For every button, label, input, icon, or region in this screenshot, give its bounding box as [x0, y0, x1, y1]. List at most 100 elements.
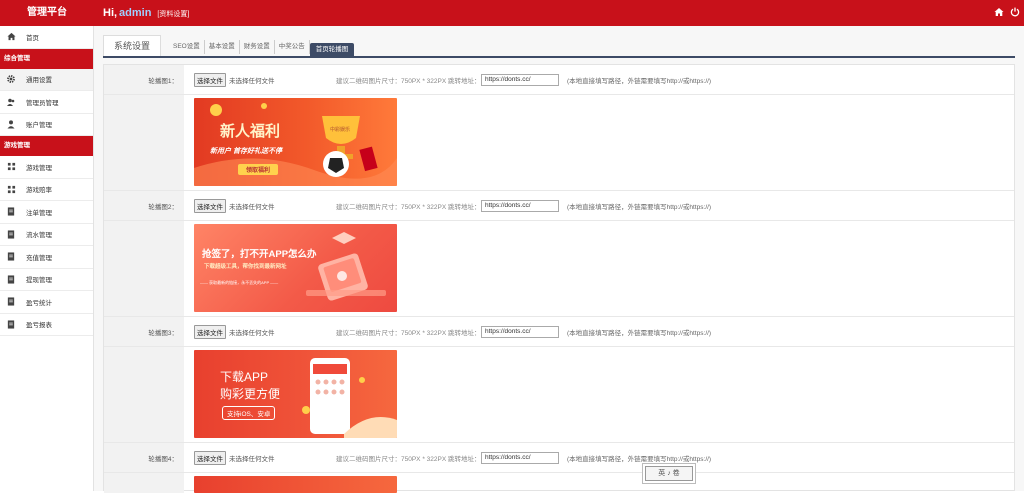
- doc-icon: [6, 274, 16, 284]
- banner-preview-row: 下载APP 购彩更方便 支持iOS、安卓: [104, 347, 1014, 443]
- sidebar-item-label: 游戏赔率: [26, 187, 52, 195]
- url-note: (本地直接填写路径，外链需要填写http://或https://): [567, 329, 712, 337]
- doc-icon: [6, 319, 16, 329]
- choose-file-button[interactable]: 选择文件: [194, 324, 226, 339]
- tab-system-settings[interactable]: 系统设置: [103, 35, 162, 56]
- url-input[interactable]: https://donts.cc/: [481, 73, 559, 86]
- banner-2-footer: —— 获取最新的链接，永不丢失的APP ——: [200, 280, 279, 285]
- sidebar-item-label: 账户管理: [26, 122, 52, 130]
- doc-icon: [6, 207, 16, 217]
- choose-file-button[interactable]: 选择文件: [194, 450, 226, 465]
- tab-finance[interactable]: 财务设置: [240, 40, 275, 54]
- sidebar-item-general-settings[interactable]: 通用设置: [0, 68, 93, 91]
- brand-title: 管理平台: [27, 7, 67, 18]
- tab-announcement[interactable]: 中奖公告: [275, 40, 310, 54]
- tab-home-carousel[interactable]: 首页轮播图: [309, 43, 355, 56]
- top-bar: 管理平台 Hi, admin [资料设置]: [0, 0, 1024, 26]
- banner-2-title: 抢签了，打不开APP怎么办: [202, 249, 317, 260]
- url-input[interactable]: https://donts.cc/: [481, 325, 559, 338]
- choose-file-button[interactable]: 选择文件: [194, 198, 226, 213]
- banner-preview-row: 新人福利 新用户 首存好礼送不停 领取福利 中彩娱乐: [104, 95, 1014, 191]
- main-area: 系统设置 SEO设置 基本设置 财务设置 中奖公告 首页轮播图 轮播图1： 选择…: [94, 26, 1024, 493]
- sidebar-item-label: 流水管理: [26, 232, 52, 240]
- carousel-label: 轮播图4：: [104, 443, 184, 472]
- size-hint: 建议二维码图片尺寸：750PX * 322PX 跳转地址：: [336, 77, 481, 85]
- sidebar-item-game-odds[interactable]: 游戏赔率: [0, 179, 93, 201]
- url-note: (本地直接填写路径，外链需要填写http://或https://): [567, 203, 712, 211]
- no-file-text: 未选择任何文件: [229, 455, 275, 463]
- home-icon[interactable]: [994, 7, 1004, 17]
- home-icon: [6, 32, 16, 42]
- grid-icon: [6, 184, 16, 194]
- sidebar: 首页 综合管理 通用设置 管理员管理 账户管理 游戏管理 游戏管理 游戏赔率 注…: [0, 26, 94, 491]
- preview-label-cell: [104, 473, 184, 493]
- carousel-row: 轮播图3： 选择文件 未选择任何文件 建议二维码图片尺寸：750PX * 322…: [104, 317, 1014, 347]
- no-file-text: 未选择任何文件: [229, 329, 275, 337]
- carousel-label: 轮播图3：: [104, 317, 184, 346]
- sidebar-item-label: 充值管理: [26, 254, 52, 262]
- tab-seo[interactable]: SEO设置: [169, 40, 205, 54]
- banner-3-tag: 支持iOS、安卓: [222, 406, 276, 420]
- sidebar-item-admins[interactable]: 管理员管理: [0, 91, 93, 114]
- banner-3-title: 下载APP: [220, 370, 269, 384]
- url-input[interactable]: https://donts.cc/: [481, 451, 559, 464]
- banner-1-cup-label: 中彩娱乐: [330, 127, 351, 133]
- size-hint: 建议二维码图片尺寸：750PX * 322PX 跳转地址：: [336, 203, 481, 211]
- doc-icon: [6, 229, 16, 239]
- banner-1-button: 领取福利: [238, 164, 279, 175]
- sidebar-item-pl-report[interactable]: 盈亏报表: [0, 314, 93, 336]
- sidebar-item-bets[interactable]: 注单管理: [0, 201, 93, 224]
- preview-label-cell: [104, 347, 184, 442]
- sidebar-item-label: 管理员管理: [26, 99, 59, 107]
- sidebar-item-label: 游戏管理: [26, 164, 52, 172]
- greeting-text: Hi,: [103, 7, 118, 19]
- sidebar-item-label: 提现管理: [26, 277, 52, 285]
- sidebar-item-label: 首页: [26, 34, 39, 42]
- sidebar-item-label: 盈亏统计: [26, 299, 52, 307]
- banner-preview-row: [104, 473, 1014, 493]
- sidebar-item-withdraw[interactable]: 提现管理: [0, 269, 93, 291]
- tab-basic[interactable]: 基本设置: [205, 40, 240, 54]
- doc-icon: [6, 252, 16, 262]
- banner-3-subtitle: 购彩更方便: [220, 387, 281, 401]
- watermark-badge: 英 ♪ 卷: [645, 466, 693, 481]
- preview-label-cell: [104, 95, 184, 190]
- power-icon[interactable]: [1010, 7, 1020, 17]
- size-hint: 建议二维码图片尺寸：750PX * 322PX 跳转地址：: [336, 329, 481, 337]
- sidebar-section-general: 综合管理: [0, 48, 93, 69]
- sidebar-item-recharge[interactable]: 充值管理: [0, 246, 93, 269]
- no-file-text: 未选择任何文件: [229, 203, 275, 211]
- sidebar-item-accounts[interactable]: 账户管理: [0, 114, 93, 136]
- sidebar-item-flow[interactable]: 流水管理: [0, 224, 93, 246]
- users-icon: [6, 97, 16, 107]
- choose-file-button[interactable]: 选择文件: [194, 72, 226, 87]
- sidebar-item-game-management[interactable]: 游戏管理: [0, 156, 93, 179]
- banner-1-title: 新人福利: [220, 123, 281, 140]
- carousel-row: 轮播图2： 选择文件 未选择任何文件 建议二维码图片尺寸：750PX * 322…: [104, 191, 1014, 221]
- user-icon: [6, 119, 16, 129]
- gear-icon: [6, 74, 16, 84]
- banner-art: [194, 103, 397, 186]
- sidebar-item-label: 注单管理: [26, 209, 52, 217]
- username: admin: [119, 7, 152, 19]
- carousel-form: 轮播图1： 选择文件 未选择任何文件 建议二维码图片尺寸：750PX * 322…: [103, 64, 1015, 493]
- sidebar-item-label: 通用设置: [26, 77, 52, 85]
- banner-2-subtitle: 下载超级工具，帮你找到最新网址: [204, 264, 287, 270]
- sidebar-section-games: 游戏管理: [0, 136, 93, 156]
- sidebar-item-label: 盈亏报表: [26, 322, 52, 330]
- sidebar-item-pl-stats[interactable]: 盈亏统计: [0, 291, 93, 314]
- carousel-label: 轮播图2：: [104, 191, 184, 220]
- carousel-row: 轮播图1： 选择文件 未选择任何文件 建议二维码图片尺寸：750PX * 322…: [104, 65, 1014, 95]
- banner-1-subtitle: 新用户 首存好礼送不停: [210, 148, 282, 155]
- banner-image-4: [194, 476, 397, 493]
- profile-settings-link[interactable]: [资料设置]: [157, 11, 189, 18]
- size-hint: 建议二维码图片尺寸：750PX * 322PX 跳转地址：: [336, 455, 481, 463]
- url-input[interactable]: https://donts.cc/: [481, 199, 559, 212]
- banner-preview-row: 抢签了，打不开APP怎么办 下载超级工具，帮你找到最新网址 —— 获取最新的链接…: [104, 221, 1014, 317]
- grid-icon: [6, 162, 16, 172]
- settings-tabs: 系统设置 SEO设置 基本设置 财务设置 中奖公告 首页轮播图: [103, 35, 1015, 58]
- preview-label-cell: [104, 221, 184, 316]
- sidebar-item-home[interactable]: 首页: [0, 26, 93, 49]
- banner-image-2: 抢签了，打不开APP怎么办 下载超级工具，帮你找到最新网址 —— 获取最新的链接…: [194, 224, 397, 312]
- banner-image-3: 下载APP 购彩更方便 支持iOS、安卓: [194, 350, 397, 438]
